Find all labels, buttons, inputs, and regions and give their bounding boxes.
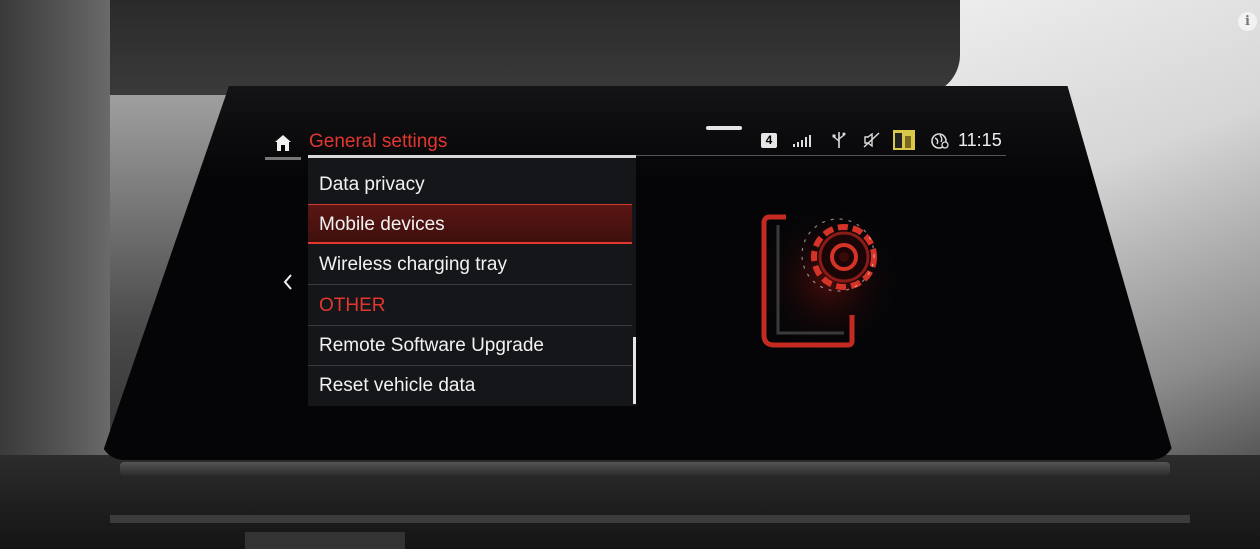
network-type-badge: 4: [761, 133, 777, 148]
menu-item-wireless-charging-tray[interactable]: Wireless charging tray: [308, 245, 632, 285]
menu-item-reset-vehicle-data[interactable]: Reset vehicle data: [308, 366, 632, 406]
console-slot: [245, 532, 405, 549]
menu-item-mobile-devices[interactable]: Mobile devices: [308, 204, 632, 244]
usb-icon: [832, 131, 846, 154]
profile-icon: [893, 130, 915, 155]
menu-section-other: OTHER: [308, 286, 632, 326]
screen-glare: [100, 86, 1175, 460]
globe-icon: [931, 132, 949, 155]
center-console-trim: [110, 515, 1190, 523]
header-divider-right: [636, 155, 1006, 156]
clock: 11:15: [958, 130, 1002, 150]
mute-icon: [863, 132, 881, 153]
home-tab-indicator: [265, 157, 301, 160]
phone-settings-gear-icon: [756, 205, 901, 355]
screen-base-strip: [120, 462, 1170, 476]
menu-item-data-privacy[interactable]: Data privacy: [308, 165, 632, 205]
signal-bars-icon: [793, 134, 813, 153]
menu-item-remote-software-upgrade[interactable]: Remote Software Upgrade: [308, 326, 632, 366]
page-title: General settings: [309, 131, 448, 152]
notification-handle[interactable]: [706, 126, 742, 130]
home-icon[interactable]: [274, 134, 292, 152]
menu-scrollbar[interactable]: [633, 337, 636, 404]
info-icon[interactable]: i: [1238, 12, 1257, 31]
dashboard-top-panel: [60, 0, 960, 95]
chevron-left-icon[interactable]: [281, 272, 295, 292]
